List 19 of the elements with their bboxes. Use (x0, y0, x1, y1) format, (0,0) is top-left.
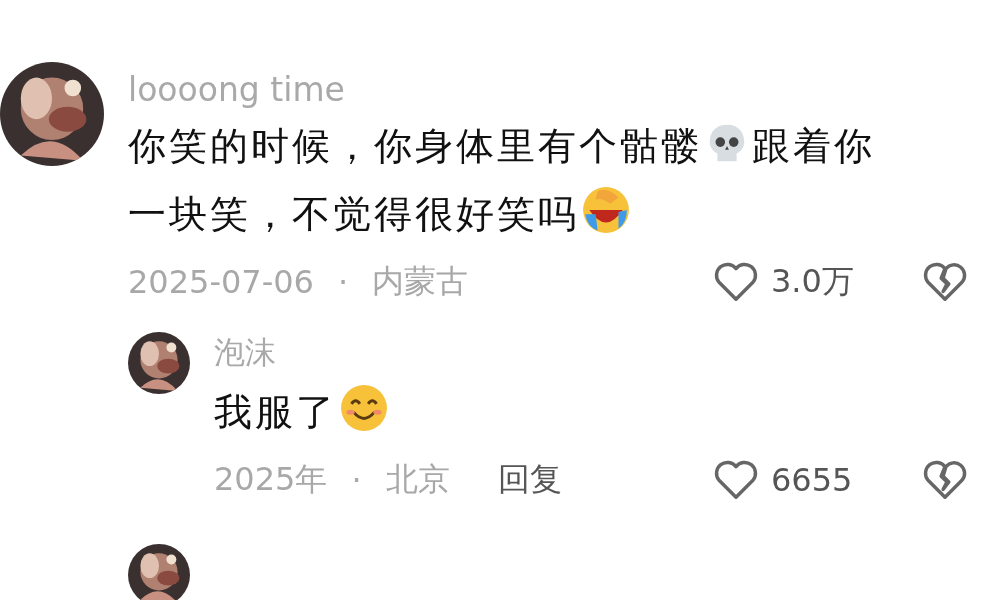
comment-text: 我服了 (214, 378, 914, 446)
reply-link[interactable]: 回复 (497, 458, 562, 502)
comment-date: 2025-07-06 (128, 263, 314, 301)
comment-location: 北京 (385, 459, 450, 500)
heart-icon[interactable] (713, 261, 759, 303)
username[interactable]: 泡沫 (214, 332, 276, 372)
broken-heart-icon[interactable] (921, 459, 969, 501)
separator-dot: · (351, 461, 362, 499)
like-count: 3.0万 (771, 261, 855, 302)
comment-text: 你笑的时候，你身体里有个骷髅 跟着你一块笑，不觉得很好笑吗 (128, 112, 908, 248)
like-count: 6655 (771, 461, 854, 499)
comment-location: 内蒙古 (372, 261, 469, 302)
username[interactable]: loooong time (128, 70, 345, 110)
separator-dot: · (337, 263, 349, 301)
smiling-face-icon (339, 383, 389, 433)
heart-icon[interactable] (713, 459, 759, 501)
broken-heart-icon[interactable] (921, 261, 969, 303)
laughing-crying-face-icon (581, 185, 631, 235)
comment-date: 2025年 (214, 459, 328, 500)
